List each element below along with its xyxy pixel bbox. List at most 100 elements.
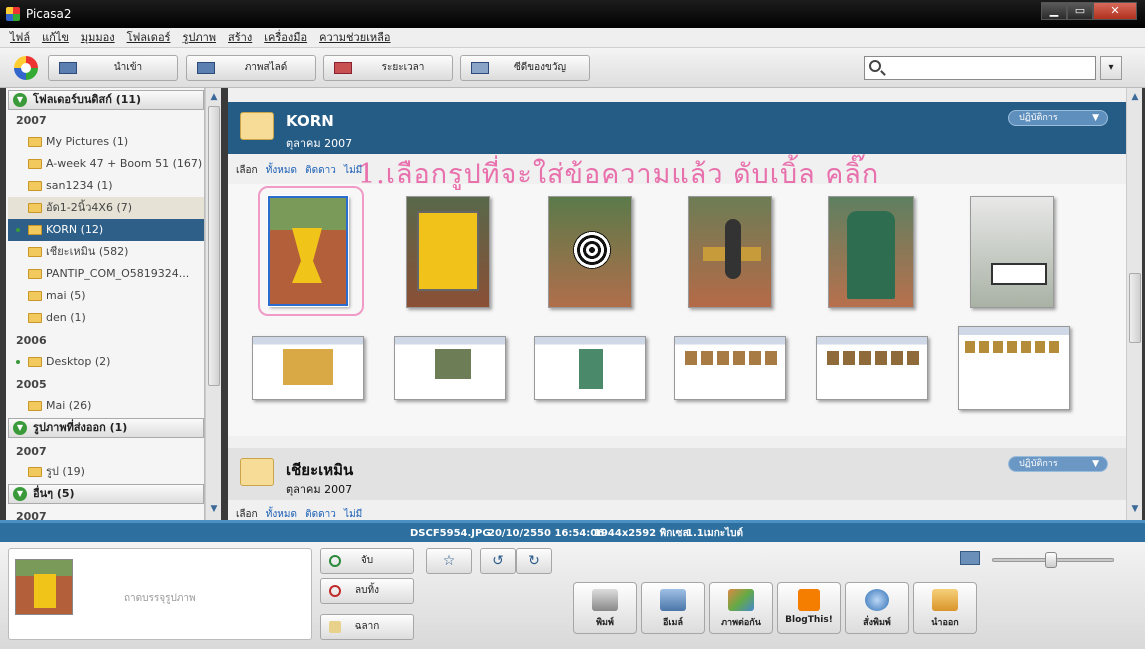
export-label: นำออก [931, 618, 959, 628]
folder-item[interactable]: mai (5) [8, 285, 204, 307]
collage-button[interactable]: ภาพต่อกัน [709, 582, 773, 634]
hold-button[interactable]: จับ [320, 548, 414, 574]
folder-icon [28, 313, 42, 323]
menu-tools[interactable]: เครื่องมือ [264, 28, 307, 47]
photo-thumbnail[interactable] [406, 196, 490, 308]
print-label: พิมพ์ [596, 618, 614, 628]
menu-picture[interactable]: รูปภาพ [182, 28, 216, 47]
library-scrollbar[interactable]: ▲ ▼ [1126, 88, 1142, 520]
library-view: KORN ตุลาคม 2007 ปฏิบัติการ ▼ เลือก ทั้งห… [228, 88, 1126, 520]
album-actions-button[interactable]: ปฏิบัติการ ▼ [1008, 456, 1108, 472]
menu-folder[interactable]: โฟลเดอร์ [127, 28, 171, 47]
photo-thumbnail[interactable] [958, 326, 1070, 410]
photo-thumbnail-selected[interactable] [267, 195, 349, 307]
photo-thumbnail[interactable] [970, 196, 1054, 308]
folder-icon [28, 203, 42, 213]
folder-item[interactable]: My Pictures (1) [8, 131, 204, 153]
thumbnail-size-slider[interactable] [992, 552, 1114, 568]
select-starred-link[interactable]: ติดดาว [305, 509, 336, 520]
folder-item-selected[interactable]: KORN (12) [8, 219, 204, 241]
collapse-toggle-icon[interactable]: ▼ [13, 421, 27, 435]
star-button[interactable]: ☆ [426, 548, 472, 574]
photo-thumbnail[interactable] [674, 336, 786, 400]
photo-thumbnail[interactable] [688, 196, 772, 308]
gift-cd-icon [471, 62, 489, 74]
collapse-toggle-icon[interactable]: ▼ [13, 93, 27, 107]
search-input[interactable] [887, 59, 1092, 77]
search-box[interactable] [864, 56, 1096, 80]
tutorial-annotation: 1.เลือกรูปที่จะใส่ข้อความแล้ว ดับเบิ้ล ค… [358, 159, 880, 190]
thumbnail-size-icon [960, 551, 980, 565]
close-button[interactable]: ✕ [1093, 2, 1137, 20]
minimize-button[interactable]: ▁ [1041, 2, 1067, 20]
rotate-right-button[interactable]: ↻ [516, 548, 552, 574]
photo-thumbnail[interactable] [548, 196, 632, 308]
import-button[interactable]: นำเข้า [48, 55, 178, 81]
select-all-link[interactable]: ทั้งหมด [266, 165, 297, 176]
scroll-thumb[interactable] [208, 106, 220, 386]
clear-button[interactable]: ลบทิ้ง [320, 578, 414, 604]
section-other[interactable]: ▼ อื่นๆ (5) [8, 484, 204, 504]
folder-item[interactable]: A-week 47 + Boom 51 (167) [8, 153, 204, 175]
rotate-left-button[interactable]: ↺ [480, 548, 516, 574]
folder-item[interactable]: เชียะเหมิน (582) [8, 241, 204, 263]
scroll-up-icon[interactable]: ▲ [207, 90, 221, 104]
photo-thumbnail[interactable] [828, 196, 914, 308]
section-disk-folders[interactable]: ▼ โฟลเดอร์บนดิสก์ (11) [8, 90, 204, 110]
menu-view[interactable]: มุมมอง [81, 28, 115, 47]
folder-icon [28, 291, 42, 301]
scroll-thumb[interactable] [1129, 273, 1141, 343]
menu-help[interactable]: ความช่วยเหลือ [319, 28, 390, 47]
yellow-sculpture-shape [292, 228, 322, 283]
folder-scrollbar[interactable]: ▲ ▼ [205, 88, 221, 520]
folder-item[interactable]: Desktop (2) [8, 351, 204, 373]
album-actions-button[interactable]: ปฏิบัติการ ▼ [1008, 110, 1108, 126]
tray-thumbnail[interactable] [15, 559, 73, 615]
album-title: KORN [286, 112, 334, 130]
maximize-button[interactable]: ▭ [1067, 2, 1093, 20]
label-button[interactable]: ฉลาก [320, 614, 414, 640]
photo-thumbnail[interactable] [252, 336, 364, 400]
picasa-logo-icon[interactable] [14, 56, 38, 80]
gift-cd-button[interactable]: ซีดีของขวัญ [460, 55, 590, 81]
print-button[interactable]: พิมพ์ [573, 582, 637, 634]
picture-tray[interactable]: ถาดบรรจุรูปภาพ [8, 548, 312, 640]
slider-knob[interactable] [1045, 552, 1057, 568]
scroll-up-icon[interactable]: ▲ [1128, 90, 1142, 104]
folder-item[interactable]: PANTIP_COM_O5819324... [8, 263, 204, 285]
screenshot-content [685, 351, 777, 365]
folder-item[interactable]: Mai (26) [8, 395, 204, 417]
photo-thumbnail[interactable] [816, 336, 928, 400]
scroll-down-icon[interactable]: ▼ [207, 502, 221, 516]
menu-file[interactable]: ไฟล์ [10, 28, 30, 47]
menu-edit[interactable]: แก้ไข [42, 28, 69, 47]
timeline-icon [334, 62, 352, 74]
menu-create[interactable]: สร้าง [228, 28, 252, 47]
blogthis-button[interactable]: BlogThis! [777, 582, 841, 634]
label-label: ฉลาก [354, 621, 380, 632]
search-dropdown-button[interactable]: ▾ [1100, 56, 1122, 80]
folder-item[interactable]: รูป (19) [8, 461, 204, 483]
select-none-link[interactable]: ไม่มี [344, 509, 362, 520]
folder-label: san1234 (1) [46, 179, 113, 192]
folder-item[interactable]: den (1) [8, 307, 204, 329]
folder-item[interactable]: san1234 (1) [8, 175, 204, 197]
order-prints-button[interactable]: สั่งพิมพ์ [845, 582, 909, 634]
scroll-down-icon[interactable]: ▼ [1128, 502, 1142, 516]
actions-label: ปฏิบัติการ [1019, 113, 1058, 123]
screenshot-content [579, 349, 603, 389]
spiral-shape [573, 231, 611, 269]
photo-thumbnail[interactable] [394, 336, 506, 400]
timeline-button[interactable]: ระยะเวลา [323, 55, 453, 81]
folder-icon [28, 467, 42, 477]
collapse-toggle-icon[interactable]: ▼ [13, 487, 27, 501]
slideshow-button[interactable]: ภาพสไลด์ [186, 55, 316, 81]
section-exported-pictures[interactable]: ▼ รูปภาพที่ส่งออก (1) [8, 418, 204, 438]
select-all-link[interactable]: ทั้งหมด [266, 509, 297, 520]
photo-thumbnail[interactable] [534, 336, 646, 400]
export-button[interactable]: นำออก [913, 582, 977, 634]
select-starred-link[interactable]: ติดดาว [305, 165, 336, 176]
email-button[interactable]: อีเมล์ [641, 582, 705, 634]
folder-icon [28, 137, 42, 147]
folder-item[interactable]: อัด1-2นิ้ว4X6 (7) [8, 197, 204, 219]
